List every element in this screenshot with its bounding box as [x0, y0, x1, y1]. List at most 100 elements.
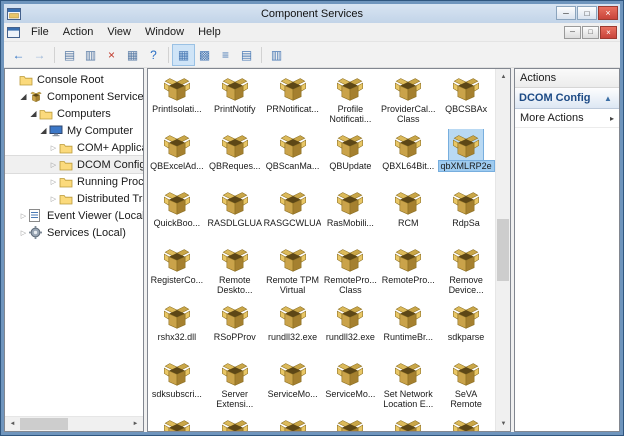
- dcom-item-rsopprov[interactable]: RSoPProv: [206, 300, 264, 357]
- tree-item-my-computer[interactable]: ◢My Computer: [5, 122, 143, 139]
- tree-expander-icon[interactable]: ◢: [18, 92, 29, 101]
- dcom-item-set-network-location-e[interactable]: Set Network Location E...: [379, 357, 437, 414]
- tree-item-com-applications[interactable]: ▷COM+ Applications: [5, 139, 143, 156]
- small-icons-view-button[interactable]: ▩: [194, 45, 215, 65]
- dcom-item-rcm[interactable]: RCM: [379, 186, 437, 243]
- tree-item-running-processes[interactable]: ▷Running Processes: [5, 173, 143, 190]
- dcom-item-remove-device[interactable]: Remove Device...: [437, 243, 495, 300]
- tree-expander-icon[interactable]: ▷: [48, 178, 59, 186]
- tree-horizontal-scrollbar[interactable]: ◄ ►: [5, 416, 143, 431]
- menu-view[interactable]: View: [100, 24, 138, 40]
- menu-help[interactable]: Help: [191, 24, 228, 40]
- mdi-window-controls: ─ □ ×: [564, 26, 617, 39]
- dcom-item-seva-remote[interactable]: SeVA Remote: [437, 357, 495, 414]
- mdi-restore-button[interactable]: □: [582, 26, 599, 39]
- menu-file[interactable]: File: [24, 24, 56, 40]
- dcom-item-rundll32-exe[interactable]: rundll32.exe: [264, 300, 322, 357]
- dcom-package-icon: [218, 72, 252, 104]
- mdi-system-icon[interactable]: [7, 27, 20, 38]
- tree-item-computers[interactable]: ◢Computers: [5, 105, 143, 122]
- dcom-item-remote-deskto[interactable]: Remote Deskto...: [206, 243, 264, 300]
- scroll-up-arrow-icon[interactable]: ▲: [496, 69, 511, 84]
- tree-expander-icon[interactable]: ▷: [48, 161, 59, 169]
- dcom-item-rasdlglua[interactable]: RASDLGLUA: [206, 186, 264, 243]
- dcom-item-sdksubscri[interactable]: sdksubscri...: [148, 357, 206, 414]
- dcom-item-qbscanma[interactable]: QBScanMa...: [264, 129, 322, 186]
- tree-expander-icon[interactable]: ▷: [18, 229, 29, 237]
- scroll-down-arrow-icon[interactable]: ▼: [496, 416, 511, 431]
- tree-item-event-viewer-local[interactable]: ▷Event Viewer (Local): [5, 207, 143, 224]
- dcom-package-icon: [449, 72, 483, 104]
- dcom-item-server-extensi[interactable]: Server Extensi...: [206, 357, 264, 414]
- dcom-item-rasmobili[interactable]: RasMobili...: [321, 186, 379, 243]
- tree-item-console-root[interactable]: Console Root: [5, 71, 143, 88]
- dcom-item-remotepro-class[interactable]: RemotePro... Class: [321, 243, 379, 300]
- back-button[interactable]: ←: [8, 45, 29, 65]
- dcom-item-rdpsa[interactable]: RdpSa: [437, 186, 495, 243]
- tree-item-component-services[interactable]: ◢Component Services: [5, 88, 143, 105]
- tree-expander-icon[interactable]: ◢: [38, 126, 49, 135]
- dcom-item-rshx32-dll[interactable]: rshx32.dll: [148, 300, 206, 357]
- customize-view-button[interactable]: ▥: [266, 45, 287, 65]
- dcom-item-runtimebr[interactable]: RuntimeBr...: [379, 300, 437, 357]
- close-button[interactable]: ×: [598, 6, 618, 20]
- dcom-package-icon: [391, 243, 425, 275]
- dcom-item-qbcsbax[interactable]: QBCSBAx: [437, 72, 495, 129]
- dcom-item-partial[interactable]: [379, 414, 437, 431]
- tree-item-services-local[interactable]: ▷Services (Local): [5, 224, 143, 241]
- list-vertical-scrollbar[interactable]: ▲ ▼: [495, 69, 510, 431]
- tree-expander-icon[interactable]: ◢: [28, 109, 39, 118]
- dcom-item-qbxl64bit[interactable]: QBXL64Bit...: [379, 129, 437, 186]
- dcom-item-qbupdate[interactable]: QBUpdate: [321, 129, 379, 186]
- dcom-item-partial[interactable]: [437, 414, 495, 431]
- collapse-section-icon[interactable]: ▲: [601, 94, 615, 103]
- maximize-button[interactable]: □: [577, 6, 597, 20]
- dcom-item-qbexcelad[interactable]: QBExcelAd...: [148, 129, 206, 186]
- dcom-item-servicemo[interactable]: ServiceMo...: [321, 357, 379, 414]
- dcom-item-printnotify[interactable]: PrintNotify: [206, 72, 264, 129]
- dcom-item-partial[interactable]: [148, 414, 206, 431]
- dcom-item-remotepro[interactable]: RemotePro...: [379, 243, 437, 300]
- mdi-minimize-button[interactable]: ─: [564, 26, 581, 39]
- dcom-item-registerco[interactable]: RegisterCo...: [148, 243, 206, 300]
- more-actions-item[interactable]: More Actions ▸: [515, 109, 619, 128]
- minimize-button[interactable]: ─: [556, 6, 576, 20]
- dcom-item-profile-notificati[interactable]: Profile Notificati...: [321, 72, 379, 129]
- tree-item-distributed-transactions[interactable]: ▷Distributed Transactions: [5, 190, 143, 207]
- forward-button[interactable]: →: [29, 45, 50, 65]
- list-view-button[interactable]: ≡: [215, 45, 236, 65]
- dcom-item-prnotificat[interactable]: PRNotificat...: [264, 72, 322, 129]
- tree-item-dcom-config[interactable]: ▷DCOM Config: [5, 156, 143, 173]
- dcom-item-partial[interactable]: [206, 414, 264, 431]
- dcom-item-rasgcwlua[interactable]: RASGCWLUA: [264, 186, 322, 243]
- dcom-item-printisolati[interactable]: PrintIsolati...: [148, 72, 206, 129]
- export-list-button[interactable]: ▥: [80, 45, 101, 65]
- scroll-right-arrow-icon[interactable]: ►: [128, 417, 143, 431]
- dcom-item-quickboo[interactable]: QuickBoo...: [148, 186, 206, 243]
- properties-button[interactable]: ▦: [122, 45, 143, 65]
- dcom-item-rundll32-exe[interactable]: rundll32.exe: [321, 300, 379, 357]
- dcom-item-sdkparse[interactable]: sdkparse: [437, 300, 495, 357]
- details-view-button[interactable]: ▤: [236, 45, 257, 65]
- large-icons-view-button[interactable]: ▦: [173, 45, 194, 65]
- dcom-item-servicemo[interactable]: ServiceMo...: [264, 357, 322, 414]
- delete-button[interactable]: ×: [101, 45, 122, 65]
- menu-action[interactable]: Action: [56, 24, 101, 40]
- dcom-item-partial[interactable]: [321, 414, 379, 431]
- mdi-close-button[interactable]: ×: [600, 26, 617, 39]
- menu-window[interactable]: Window: [138, 24, 191, 40]
- show-hide-console-tree-button[interactable]: ▤: [59, 45, 80, 65]
- help-button[interactable]: ?: [143, 45, 164, 65]
- list-scrollbar-thumb[interactable]: [497, 219, 509, 281]
- tree-expander-icon[interactable]: ▷: [18, 212, 29, 220]
- tree-expander-icon[interactable]: ▷: [48, 144, 59, 152]
- scroll-left-arrow-icon[interactable]: ◄: [5, 417, 20, 431]
- dcom-item-qbxmlrp2e[interactable]: qbXMLRP2e: [437, 129, 495, 186]
- tree-scrollbar-thumb[interactable]: [20, 418, 68, 430]
- dcom-item-remote-tpm-virtual-sma[interactable]: Remote TPM Virtual Sma...: [264, 243, 322, 300]
- dcom-item-providercal-class[interactable]: ProviderCal... Class: [379, 72, 437, 129]
- dcom-item-qbreques[interactable]: QBReques...: [206, 129, 264, 186]
- dcom-config-actions-section[interactable]: DCOM Config ▲: [515, 88, 619, 109]
- tree-expander-icon[interactable]: ▷: [48, 195, 59, 203]
- dcom-item-partial[interactable]: [264, 414, 322, 431]
